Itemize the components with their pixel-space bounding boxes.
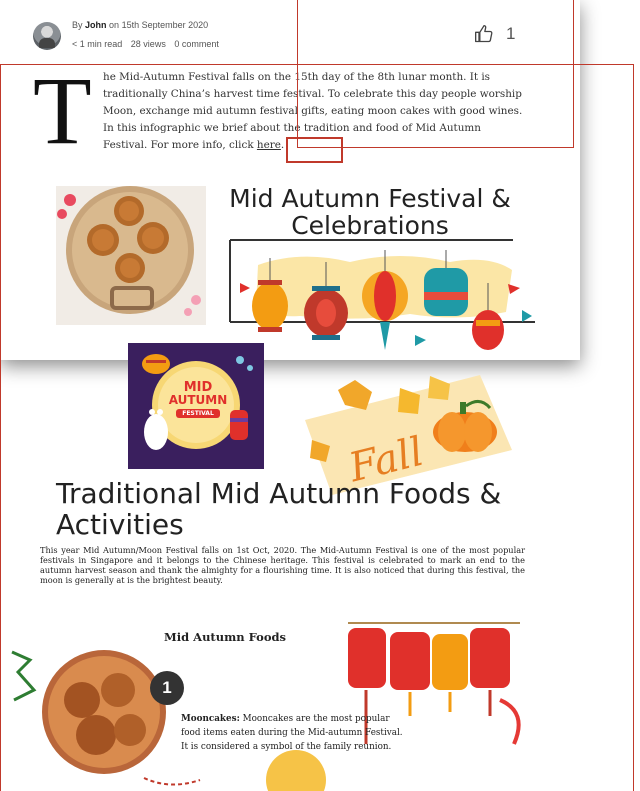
highlight-box-link (286, 137, 343, 163)
highlight-box-article (0, 64, 634, 791)
